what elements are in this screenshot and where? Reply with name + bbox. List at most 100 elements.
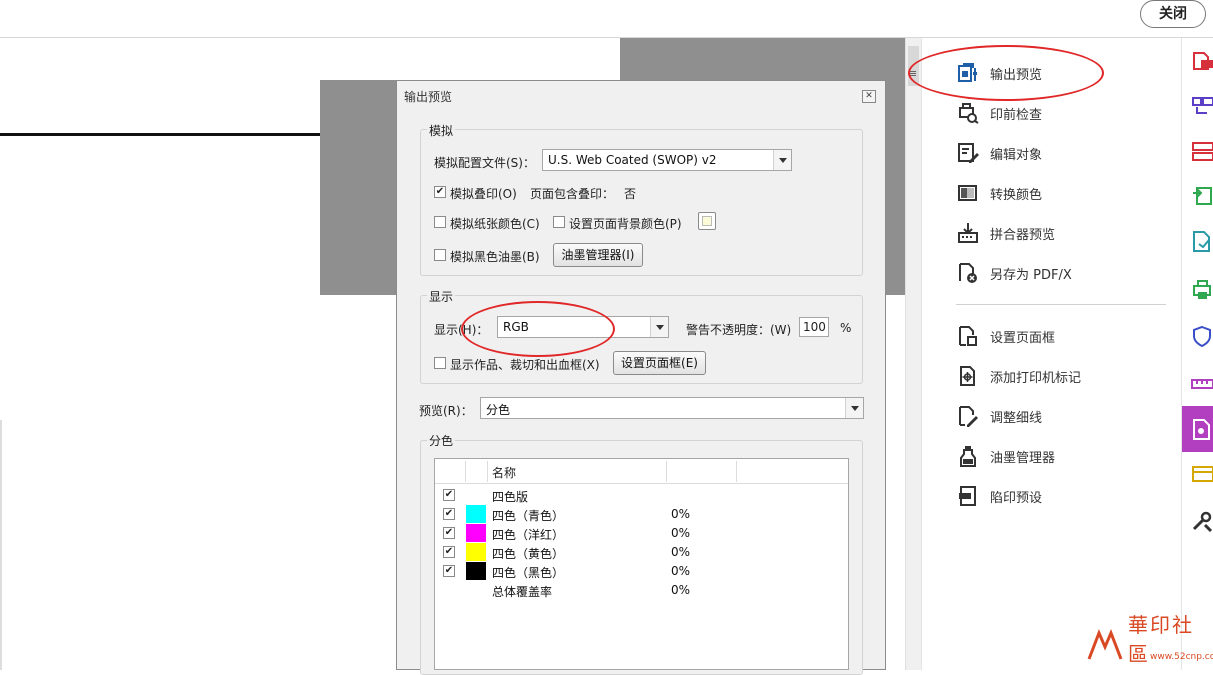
percent-sign: %: [840, 321, 852, 335]
tool-fix-hairlines[interactable]: 调整细线: [956, 401, 1166, 431]
tool-label: 印前检查: [990, 107, 1043, 123]
separations-table: 名称 ✔ 四色版 ✔ 四色（青色） 0% ✔ 四色（洋红） 0% ✔ 四色（黄色…: [434, 458, 849, 670]
print-production-tools-panel: [921, 38, 1181, 670]
export-pdf-icon[interactable]: [1191, 185, 1213, 207]
color-swatch: [466, 524, 486, 542]
warn-opacity-label: 警告不透明度：(W): [686, 323, 792, 337]
document-page-edge: [0, 420, 2, 670]
show-art-trim-bleed-checkbox[interactable]: [434, 357, 446, 369]
fix-hairlines-icon: [956, 404, 980, 428]
separation-name: 四色（黑色）: [492, 566, 565, 580]
set-page-bg-checkbox[interactable]: [553, 216, 565, 228]
column-divider: [666, 461, 667, 482]
simulate-group-title: 模拟: [427, 122, 456, 139]
dialog-close-button[interactable]: ✕: [862, 90, 876, 103]
print-production-icon[interactable]: [1191, 278, 1213, 300]
color-swatch: [466, 543, 486, 561]
separation-name: 总体覆盖率: [492, 585, 553, 599]
separation-checkbox[interactable]: ✔: [443, 508, 455, 520]
ink-manager-button[interactable]: 油墨管理器(I): [553, 243, 643, 267]
table-row[interactable]: ✔ 四色（黑色） 0%: [435, 562, 848, 581]
display-group-title: 显示: [427, 288, 456, 305]
simulation-profile-value: U.S. Web Coated (SWOP) v2: [548, 153, 717, 167]
document-gray-area: [620, 38, 905, 80]
page-overprint-value: 否: [624, 187, 637, 201]
tool-preflight[interactable]: 印前检查: [956, 98, 1166, 128]
column-divider: [465, 461, 466, 482]
simulate-paper-color-label: 模拟纸张颜色(C): [450, 217, 540, 231]
preview-label: 预览(R)：: [419, 404, 473, 418]
preflight-icon: [956, 101, 980, 125]
page-overprint-label: 页面包含叠印：: [530, 187, 615, 201]
color-swatch: [466, 562, 486, 580]
color-swatch: [466, 505, 486, 523]
dialog-title: 输出预览: [404, 90, 453, 104]
tool-add-printer-marks[interactable]: 添加打印机标记: [956, 361, 1166, 391]
trap-presets-icon: [956, 484, 980, 508]
tool-ink-manager[interactable]: 油墨管理器: [956, 441, 1166, 471]
edit-pdf-icon[interactable]: [1191, 230, 1213, 252]
chevron-down-icon: [650, 317, 668, 337]
separation-checkbox[interactable]: ✔: [443, 527, 455, 539]
close-button[interactable]: 关闭: [1140, 0, 1206, 28]
separation-checkbox[interactable]: ✔: [443, 546, 455, 558]
set-page-boxes-button[interactable]: 设置页面框(E): [613, 351, 706, 375]
document-rule-line: [0, 133, 320, 136]
protect-icon[interactable]: [1191, 325, 1213, 348]
simulate-overprint-checkbox[interactable]: ✔: [434, 186, 446, 198]
simulation-profile-select[interactable]: U.S. Web Coated (SWOP) v2: [542, 149, 792, 171]
add-printer-marks-icon: [956, 364, 980, 388]
table-row[interactable]: ✔ 四色（青色） 0%: [435, 505, 848, 524]
preview-select[interactable]: 分色: [480, 397, 864, 419]
table-row[interactable]: ✔ 四色（黄色） 0%: [435, 543, 848, 562]
page-bg-color-swatch[interactable]: [698, 212, 716, 230]
table-row[interactable]: ✔ 四色版: [435, 486, 848, 505]
tool-label: 另存为 PDF/X: [990, 267, 1072, 283]
tool-flattener-preview[interactable]: 拼合器预览: [956, 218, 1166, 248]
tool-label: 油墨管理器: [990, 450, 1056, 466]
separation-coverage: 0%: [671, 526, 691, 540]
top-toolbar: 关闭: [0, 0, 1213, 38]
separations-group-title: 分色: [427, 432, 456, 449]
create-pdf-icon[interactable]: [1191, 50, 1213, 72]
vertical-scrollbar[interactable]: [905, 38, 921, 670]
simulate-paper-color-checkbox[interactable]: [434, 216, 446, 228]
watermark-url: www.52cnp.com: [1150, 652, 1213, 662]
chevron-down-icon: [773, 150, 791, 170]
separation-checkbox[interactable]: ✔: [443, 565, 455, 577]
measure-icon[interactable]: [1191, 372, 1213, 394]
table-row: 总体覆盖率 0%: [435, 581, 848, 600]
tool-label: 转换颜色: [990, 187, 1043, 203]
tools-strip: [1181, 38, 1213, 670]
save-as-pdfx-icon: [956, 261, 980, 285]
flattener-preview-icon: [956, 221, 980, 245]
simulate-black-ink-checkbox[interactable]: [434, 249, 446, 261]
simulate-black-ink-label: 模拟黑色油墨(B): [450, 250, 540, 264]
strip-active-tool[interactable]: [1182, 406, 1213, 452]
tool-label: 调整细线: [990, 410, 1043, 426]
separation-coverage: 0%: [671, 564, 691, 578]
tool-convert-colors[interactable]: 转换颜色: [956, 178, 1166, 208]
tool-edit-object[interactable]: 编辑对象: [956, 138, 1166, 168]
color-swatch: [702, 216, 712, 226]
column-header-name: 名称: [492, 466, 517, 480]
edit-object-icon: [956, 141, 980, 165]
set-page-boxes-icon: [956, 324, 980, 348]
tool-save-as-pdfx[interactable]: 另存为 PDF/X: [956, 258, 1166, 288]
warn-opacity-input[interactable]: 100: [799, 317, 829, 337]
tool-trap-presets[interactable]: 陷印预设: [956, 481, 1166, 511]
comment-icon[interactable]: [1191, 463, 1213, 485]
separation-name: 四色版: [492, 490, 529, 504]
separation-name: 四色（黄色）: [492, 547, 565, 561]
simulation-profile-label: 模拟配置文件(S)：: [434, 156, 535, 170]
more-tools-icon[interactable]: [1191, 510, 1213, 533]
tool-set-page-boxes[interactable]: 设置页面框: [956, 321, 1166, 351]
combine-files-icon[interactable]: [1191, 140, 1213, 162]
separation-checkbox[interactable]: ✔: [443, 489, 455, 501]
convert-colors-icon: [956, 181, 980, 205]
tools-divider: [956, 304, 1166, 305]
organize-pages-icon[interactable]: [1191, 95, 1213, 117]
table-row[interactable]: ✔ 四色（洋红） 0%: [435, 524, 848, 543]
ink-manager-icon: [956, 444, 980, 468]
separation-coverage: 0%: [671, 545, 691, 559]
